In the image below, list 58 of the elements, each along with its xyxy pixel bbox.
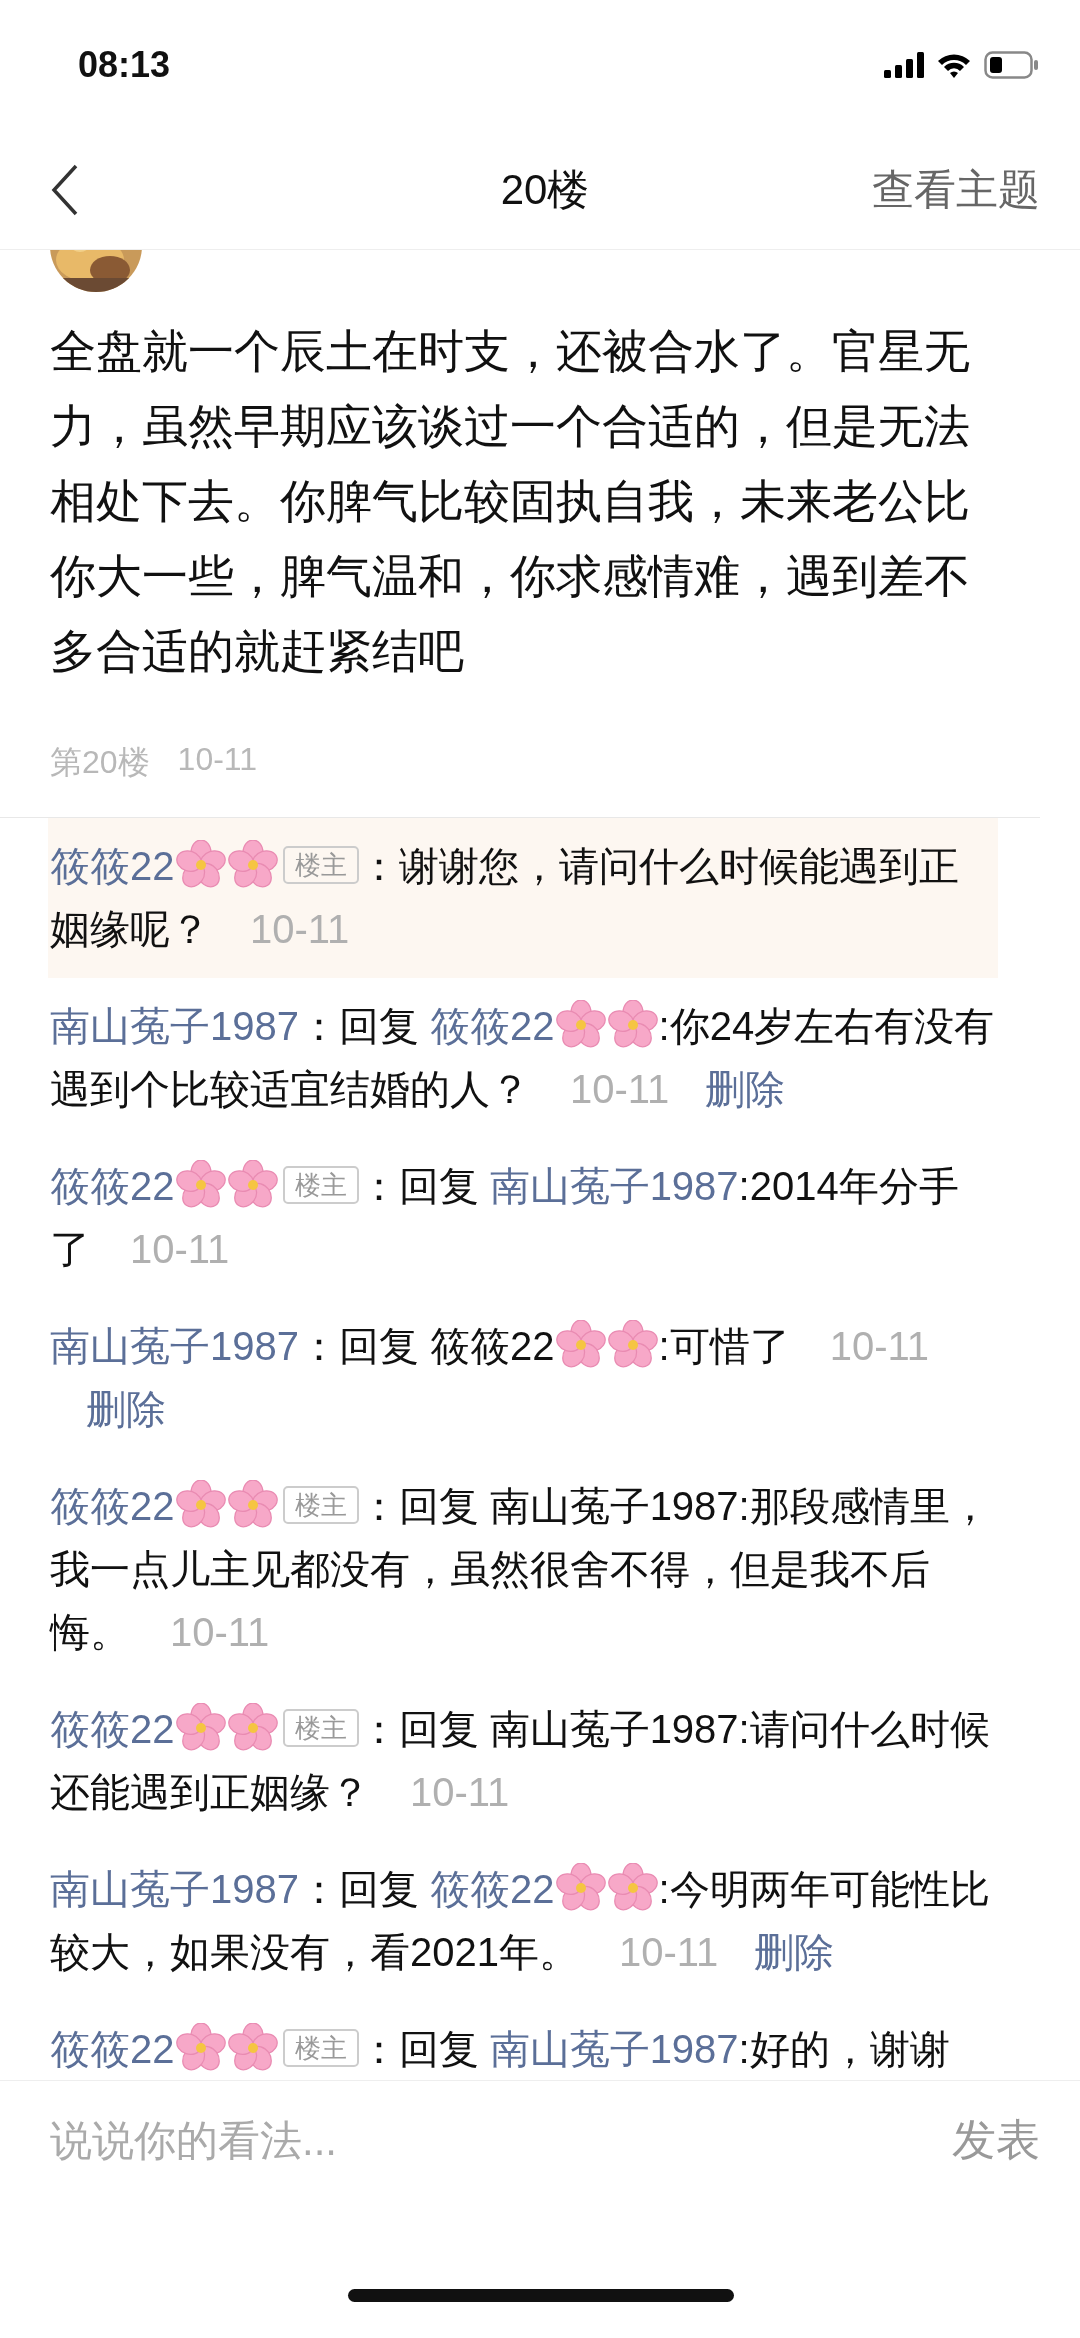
username-link[interactable]: 筱筱22 xyxy=(50,2027,175,2071)
blossom-icon xyxy=(227,840,278,890)
reply-time: 10-11 xyxy=(570,1067,670,1111)
back-icon xyxy=(50,162,80,217)
username-link[interactable]: 南山菟子1987 xyxy=(489,1164,739,1208)
username-link[interactable]: 筱筱22 xyxy=(430,1004,555,1048)
reply-time: 10-11 xyxy=(410,1770,510,1814)
username-link[interactable]: 南山菟子1987 xyxy=(50,1867,299,1911)
delete-link[interactable]: 删除 xyxy=(705,1067,786,1111)
post-text: 全盘就一个辰土在时支，还被合水了。官星无力，虽然早期应该谈过一个合适的，但是无法相处下去。你脾气比较固执自我，未来老公比你大一些，脾气温和，你求感情难，遇到差不多合适的就赶紧结吧 xyxy=(50,324,971,679)
post-time: 10-11 xyxy=(177,741,258,779)
blossom-icon xyxy=(227,2023,278,2073)
back-button[interactable] xyxy=(50,162,80,217)
reply-comment: 筱筱22 楼主 ：谢谢您，请问什么时候能遇到正姻缘呢？ 10-11 xyxy=(48,818,998,978)
reply-comment: 南山菟子1987：回复 筱筱22 :可惜了 10-11 删除 xyxy=(48,1298,998,1458)
username-link[interactable]: 南山菟子1987 xyxy=(50,1004,299,1048)
thread-owner-badge: 楼主 xyxy=(282,1486,359,1524)
delete-link[interactable]: 删除 xyxy=(86,1387,166,1431)
thread-owner-badge: 楼主 xyxy=(282,846,359,884)
username-link[interactable]: 南山菟子1987 xyxy=(489,1484,739,1528)
battery-icon xyxy=(984,51,1040,79)
signal-icon xyxy=(884,52,924,78)
clock-time: 08:13 xyxy=(78,44,171,86)
reply-comment: 筱筱22 楼主 ：回复 南山菟子1987:好的，谢谢 xyxy=(48,2001,998,2080)
thread-owner-badge: 楼主 xyxy=(282,2029,359,2067)
floor-number: 第20楼 xyxy=(50,743,150,782)
username-link[interactable]: 南山菟子1987 xyxy=(50,1324,299,1368)
reply-time: 10-11 xyxy=(250,907,350,951)
username-link[interactable]: 筱筱22 xyxy=(50,844,175,888)
delete-link[interactable]: 删除 xyxy=(754,1930,835,1974)
blossom-icon xyxy=(607,1000,658,1050)
username-link[interactable]: 筱筱22 xyxy=(430,1867,555,1911)
view-thread-button[interactable]: 查看主题 xyxy=(872,161,1040,218)
reply-comment: 筱筱22 楼主 ：回复 南山菟子1987:那段感情里，我一点儿主见都没有，虽然很舍不得，但是我不后悔。 10-11 xyxy=(48,1458,998,1681)
username-link[interactable]: 筱筱22 xyxy=(50,1164,175,1208)
reply-time: 10-11 xyxy=(619,1930,719,1974)
thread-owner-badge: 楼主 xyxy=(282,1709,359,1747)
reply-comment: 南山菟子1987：回复 筱筱22 :今明两年可能性比较大，如果没有，看2021年。 10-11 删除 xyxy=(48,1841,998,2001)
comment-input[interactable]: 说说你的看法... xyxy=(50,2116,750,2165)
blossom-icon xyxy=(227,1160,278,1210)
blossom-icon xyxy=(607,1863,658,1913)
reply-time: 10-11 xyxy=(130,1227,230,1271)
reply-time: 10-11 xyxy=(829,1324,930,1368)
reply-comment: 南山菟子1987：回复 筱筱22 :你24岁左右有没有遇到个比较适宜结婚的人？ 10-11 删除 xyxy=(48,978,998,1138)
username-link[interactable]: 南山菟子1987 xyxy=(489,1707,739,1751)
username-link[interactable]: 筱筱22 xyxy=(50,1707,175,1751)
blossom-icon xyxy=(607,1320,658,1370)
blossom-icon xyxy=(227,1480,278,1530)
blossom-icon xyxy=(227,1703,278,1753)
reply-comment: 筱筱22 楼主 ：回复 南山菟子1987:2014年分手了 10-11 xyxy=(48,1138,998,1298)
username-link[interactable]: 南山菟子1987 xyxy=(489,2027,739,2071)
reply-comment: 筱筱22 楼主 ：回复 南山菟子1987:请问什么时候还能遇到正姻缘？ 10-11 xyxy=(48,1681,998,1841)
username-link[interactable]: 筱筱22 xyxy=(50,1484,175,1528)
reply-time: 10-11 xyxy=(170,1610,270,1654)
post-button[interactable]: 发表 xyxy=(952,2111,1040,2170)
page-title: 20楼 xyxy=(500,164,590,215)
username-link[interactable]: 筱筱22 xyxy=(430,1324,555,1368)
thread-owner-badge: 楼主 xyxy=(282,1166,359,1204)
